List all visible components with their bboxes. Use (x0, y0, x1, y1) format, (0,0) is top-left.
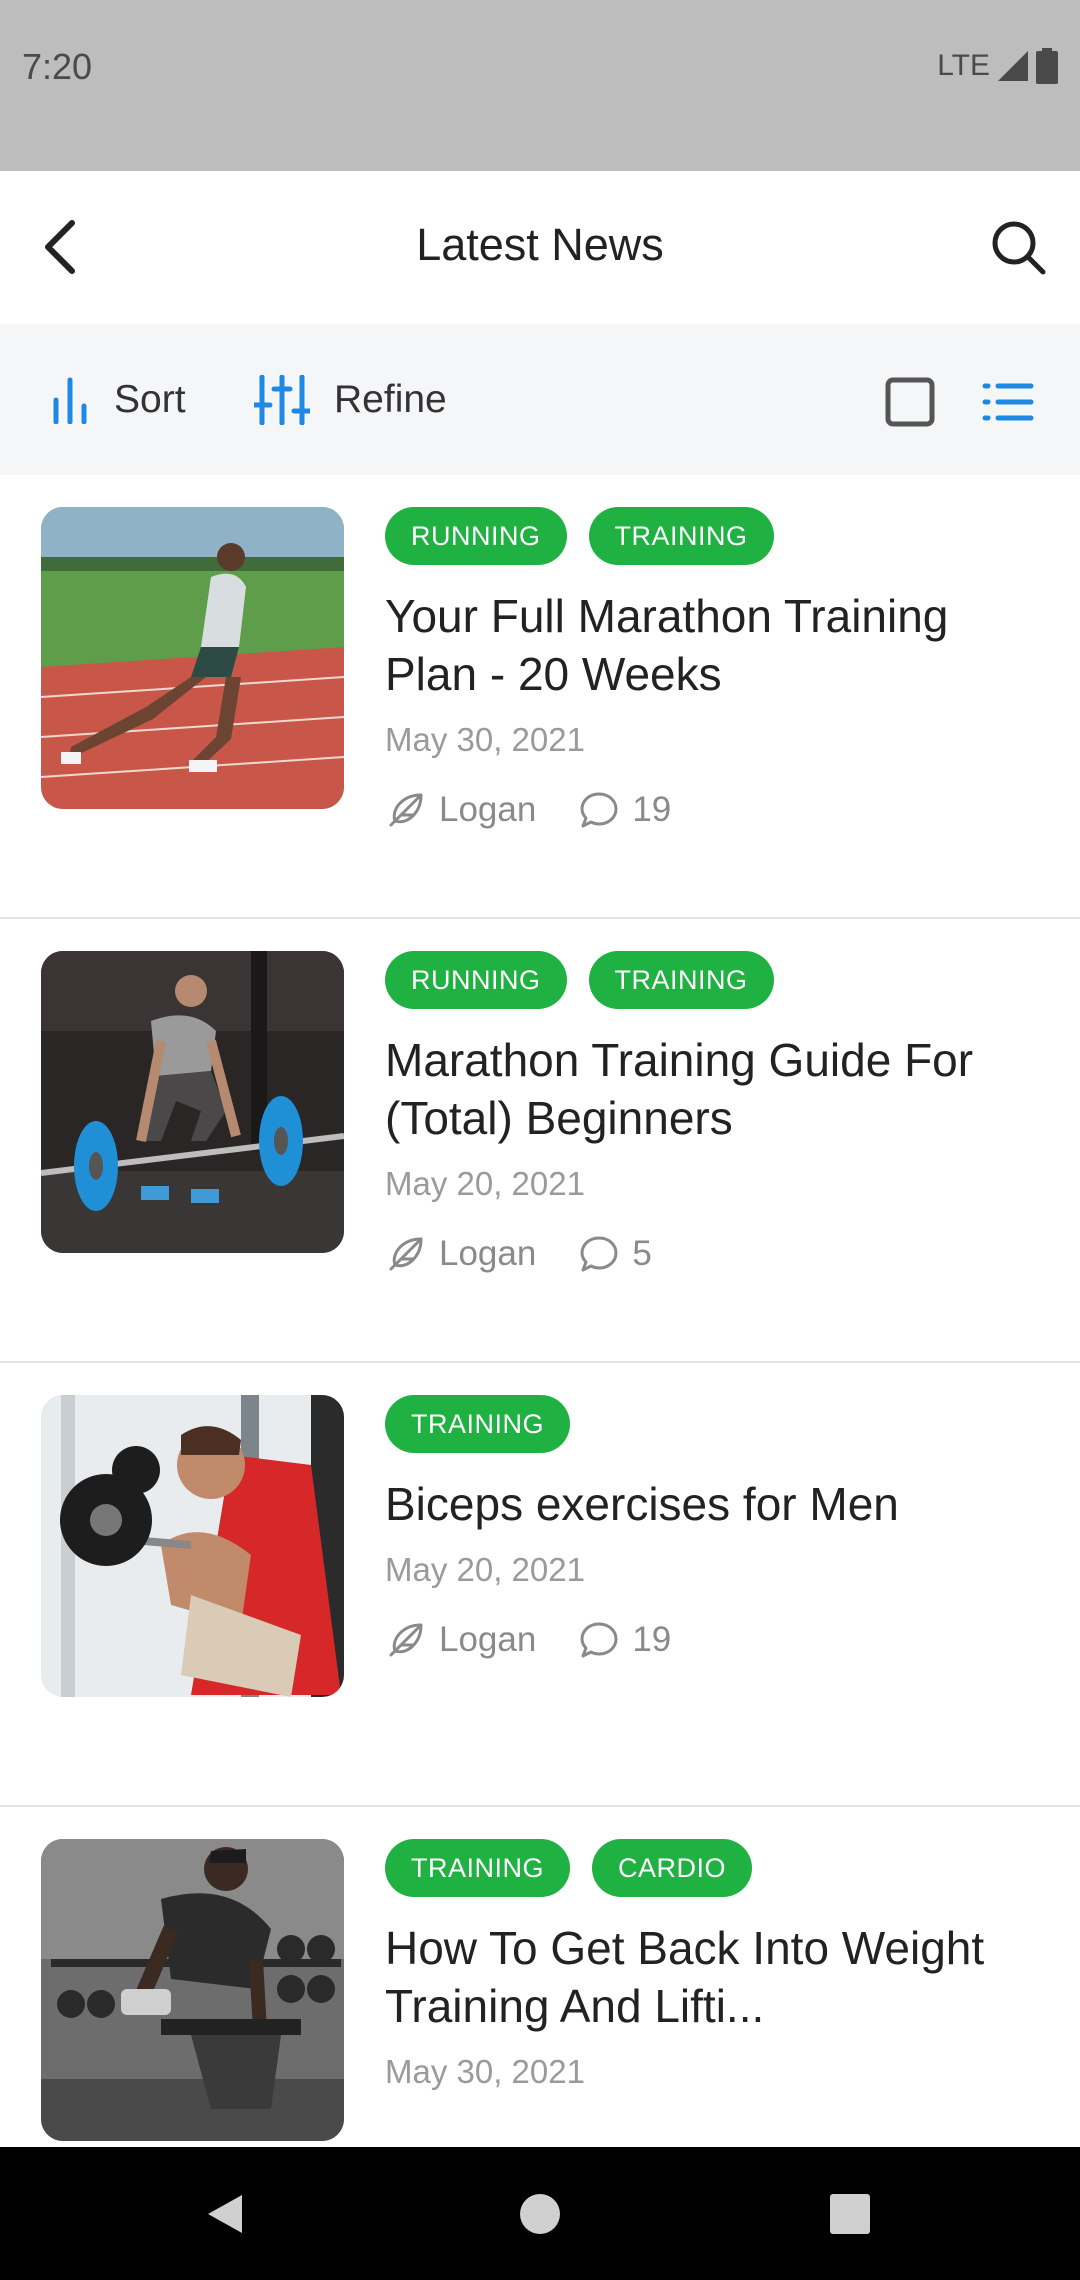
feather-icon (389, 1623, 423, 1657)
article-author[interactable]: Logan (439, 1620, 536, 1660)
comment-count[interactable]: 19 (632, 790, 671, 830)
refine-button[interactable]: Refine (254, 372, 447, 428)
article-author[interactable]: Logan (439, 790, 536, 830)
article-tags: RUNNING TRAINING (385, 507, 1020, 565)
system-nav-bar (0, 2147, 1080, 2280)
article-thumbnail-dumbbell-row[interactable] (41, 1839, 344, 2141)
article-date: May 30, 2021 (385, 2053, 585, 2090)
network-label: LTE (937, 49, 990, 82)
feather-icon (389, 1237, 423, 1271)
article-meta: Logan 19 (385, 1619, 1020, 1661)
article-content: TRAINING CARDIO How To Get Back Into Wei… (385, 1839, 1020, 2091)
tag-chip[interactable]: TRAINING (588, 951, 774, 1009)
article-date: May 20, 2021 (385, 1165, 585, 1202)
article-tags: TRAINING CARDIO (385, 1839, 1020, 1897)
sort-label: Sort (114, 378, 186, 421)
article-title[interactable]: Biceps exercises for Men (385, 1475, 1020, 1533)
tag-chip[interactable]: TRAINING (588, 507, 774, 565)
comment-count[interactable]: 19 (632, 1620, 671, 1660)
tag-chip[interactable]: TRAINING (385, 1839, 571, 1897)
status-icons: LTE (937, 48, 1058, 84)
nav-back-icon[interactable] (200, 2189, 250, 2239)
article-author[interactable]: Logan (439, 1234, 536, 1274)
tag-chip[interactable]: RUNNING (385, 507, 567, 565)
article-content: TRAINING Biceps exercises for Men May 20… (385, 1395, 1020, 1661)
nav-home-icon[interactable] (515, 2189, 565, 2239)
tag-chip[interactable]: CARDIO (592, 1839, 753, 1897)
battery-icon (1036, 48, 1058, 84)
status-bar: 7:20 LTE (0, 0, 1080, 171)
article-content: RUNNING TRAINING Marathon Training Guide… (385, 951, 1020, 1275)
list-view-icon[interactable] (982, 376, 1034, 428)
tag-chip[interactable]: TRAINING (385, 1395, 571, 1453)
comment-icon (580, 1622, 618, 1658)
article-content: RUNNING TRAINING Your Full Marathon Trai… (385, 507, 1020, 831)
article-thumbnail-biceps[interactable] (41, 1395, 344, 1697)
feather-icon (389, 793, 423, 827)
comment-count[interactable]: 5 (632, 1234, 651, 1274)
refine-label: Refine (334, 378, 447, 421)
article-meta: Logan 5 (385, 1233, 1020, 1275)
sort-icon (53, 377, 87, 424)
article-thumbnail-deadlift[interactable] (41, 951, 344, 1253)
article-list: RUNNING TRAINING Your Full Marathon Trai… (0, 475, 1080, 2249)
grid-view-icon[interactable] (884, 376, 936, 428)
article-item[interactable]: TRAINING Biceps exercises for Men May 20… (0, 1363, 1080, 1807)
comment-icon (580, 792, 618, 828)
article-title[interactable]: Marathon Training Guide For (Total) Begi… (385, 1031, 1020, 1147)
comment-icon (580, 1236, 618, 1272)
tag-chip[interactable]: RUNNING (385, 951, 567, 1009)
page-title: Latest News (416, 219, 664, 270)
article-title[interactable]: How To Get Back Into Weight Training And… (385, 1919, 1020, 2035)
article-tags: RUNNING TRAINING (385, 951, 1020, 1009)
article-tags: TRAINING (385, 1395, 1020, 1453)
signal-icon (998, 51, 1028, 81)
article-meta: Logan 19 (385, 789, 1020, 831)
status-time: 7:20 (22, 46, 93, 87)
app-bar: Latest News (0, 171, 1080, 324)
sliders-icon (254, 375, 310, 425)
search-icon[interactable] (988, 217, 1048, 277)
sort-button[interactable]: Sort (50, 372, 186, 428)
nav-recents-icon[interactable] (825, 2189, 875, 2239)
article-date: May 20, 2021 (385, 1551, 585, 1588)
article-date: May 30, 2021 (385, 721, 585, 758)
article-item[interactable]: RUNNING TRAINING Marathon Training Guide… (0, 919, 1080, 1363)
article-thumbnail-runner[interactable] (41, 507, 344, 809)
article-item[interactable]: RUNNING TRAINING Your Full Marathon Trai… (0, 475, 1080, 919)
filter-toolbar: Sort Refine (0, 324, 1080, 475)
article-title[interactable]: Your Full Marathon Training Plan - 20 We… (385, 587, 1020, 703)
